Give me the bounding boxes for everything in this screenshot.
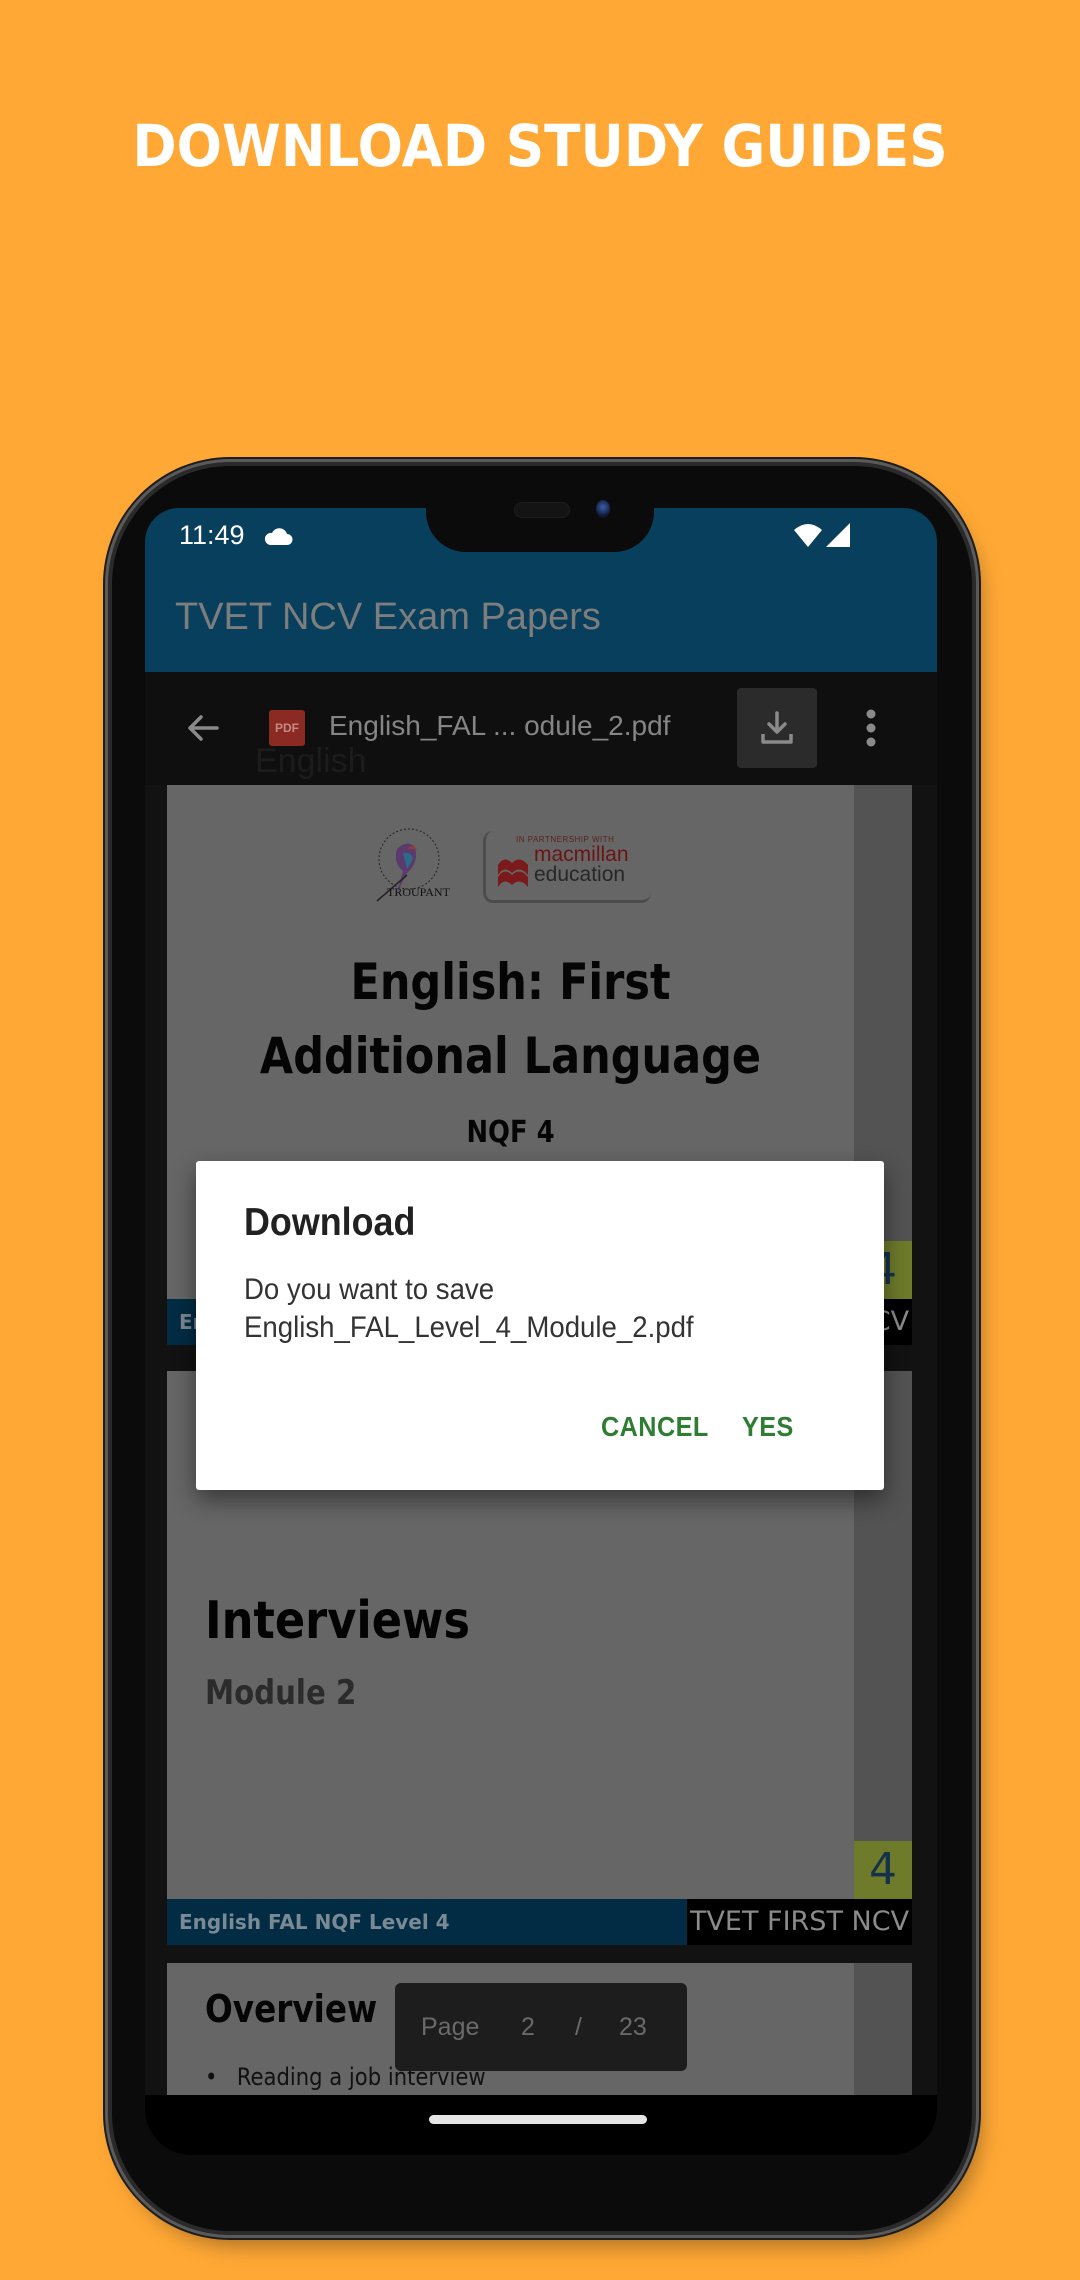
- download-icon: [761, 711, 793, 744]
- dialog-message-line-2: English_FAL_Level_4_Module_2.pdf: [244, 1311, 694, 1344]
- level-badge: 4: [854, 1841, 912, 1899]
- more-options-icon[interactable]: [865, 708, 877, 753]
- macmillan-logo: IN PARTNERSHIP WITH macmillan education: [483, 831, 651, 903]
- app-title: TVET NCV Exam Papers: [175, 596, 601, 638]
- phone-side-button: [104, 1000, 112, 1215]
- overview-title: Overview: [205, 1987, 378, 2031]
- ghost-text: English: [255, 742, 367, 780]
- page-footer-left: English FAL NQF Level 4: [167, 1899, 687, 1945]
- status-time: 11:49: [179, 520, 245, 550]
- home-gesture-handle[interactable]: [429, 2115, 647, 2124]
- page-indicator: Page 2 / 23: [395, 1983, 687, 2071]
- dialog-message-line-1: Do you want to save: [244, 1273, 495, 1306]
- page-side-strip: [854, 1963, 912, 2103]
- dialog-title: Download: [244, 1201, 416, 1244]
- pdf-toolbar: English PDF English_FAL ... odule_2.pdf: [145, 672, 937, 785]
- macmillan-mark-icon: [498, 859, 528, 887]
- file-title: English_FAL ... odule_2.pdf: [329, 710, 671, 741]
- download-dialog: Download Do you want to save English_FAL…: [196, 1161, 884, 1490]
- yes-button[interactable]: YES: [742, 1411, 794, 1443]
- dialog-message: Do you want to save English_FAL_Level_4_…: [244, 1271, 694, 1347]
- signal-icon: [825, 522, 851, 553]
- document-title-line-1: English: First: [350, 953, 671, 1011]
- module-title: Interviews: [205, 1591, 470, 1651]
- page-label: Page: [421, 2013, 480, 2041]
- cloud-icon: [263, 528, 293, 551]
- download-button[interactable]: [737, 688, 817, 768]
- partner-subname: education: [534, 863, 626, 886]
- front-camera: [596, 500, 610, 518]
- total-pages: 23: [619, 2013, 647, 2041]
- document-title-line-2: Additional Language: [259, 1027, 762, 1085]
- wifi-icon: [793, 522, 823, 553]
- publisher-logos: TROUPANT IN PARTNERSHIP WITH macmillan e…: [367, 823, 667, 913]
- phone-notch: [426, 490, 654, 552]
- partner-name: macmillan: [534, 843, 629, 866]
- module-subtitle: Module 2: [205, 1673, 357, 1713]
- troupant-name: TROUPANT: [387, 885, 450, 899]
- promo-headline: DOWNLOAD STUDY GUIDES: [132, 112, 948, 180]
- page-footer-right: TVET FIRST NCV: [687, 1899, 912, 1945]
- speaker-grille: [514, 502, 570, 518]
- cancel-button[interactable]: CANCEL: [601, 1411, 709, 1443]
- pdf-file-icon: PDF: [269, 710, 305, 746]
- current-page: 2: [521, 2013, 535, 2041]
- document-subtitle: NQF 4: [466, 1115, 555, 1150]
- document-title: English: First Additional Language: [215, 945, 806, 1093]
- page-separator: /: [575, 2013, 582, 2041]
- back-arrow-icon[interactable]: [185, 710, 221, 751]
- navigation-bar: [145, 2095, 937, 2155]
- phone-screen: 11:49 TVET NCV Exam Papers English PDF E…: [145, 508, 937, 2155]
